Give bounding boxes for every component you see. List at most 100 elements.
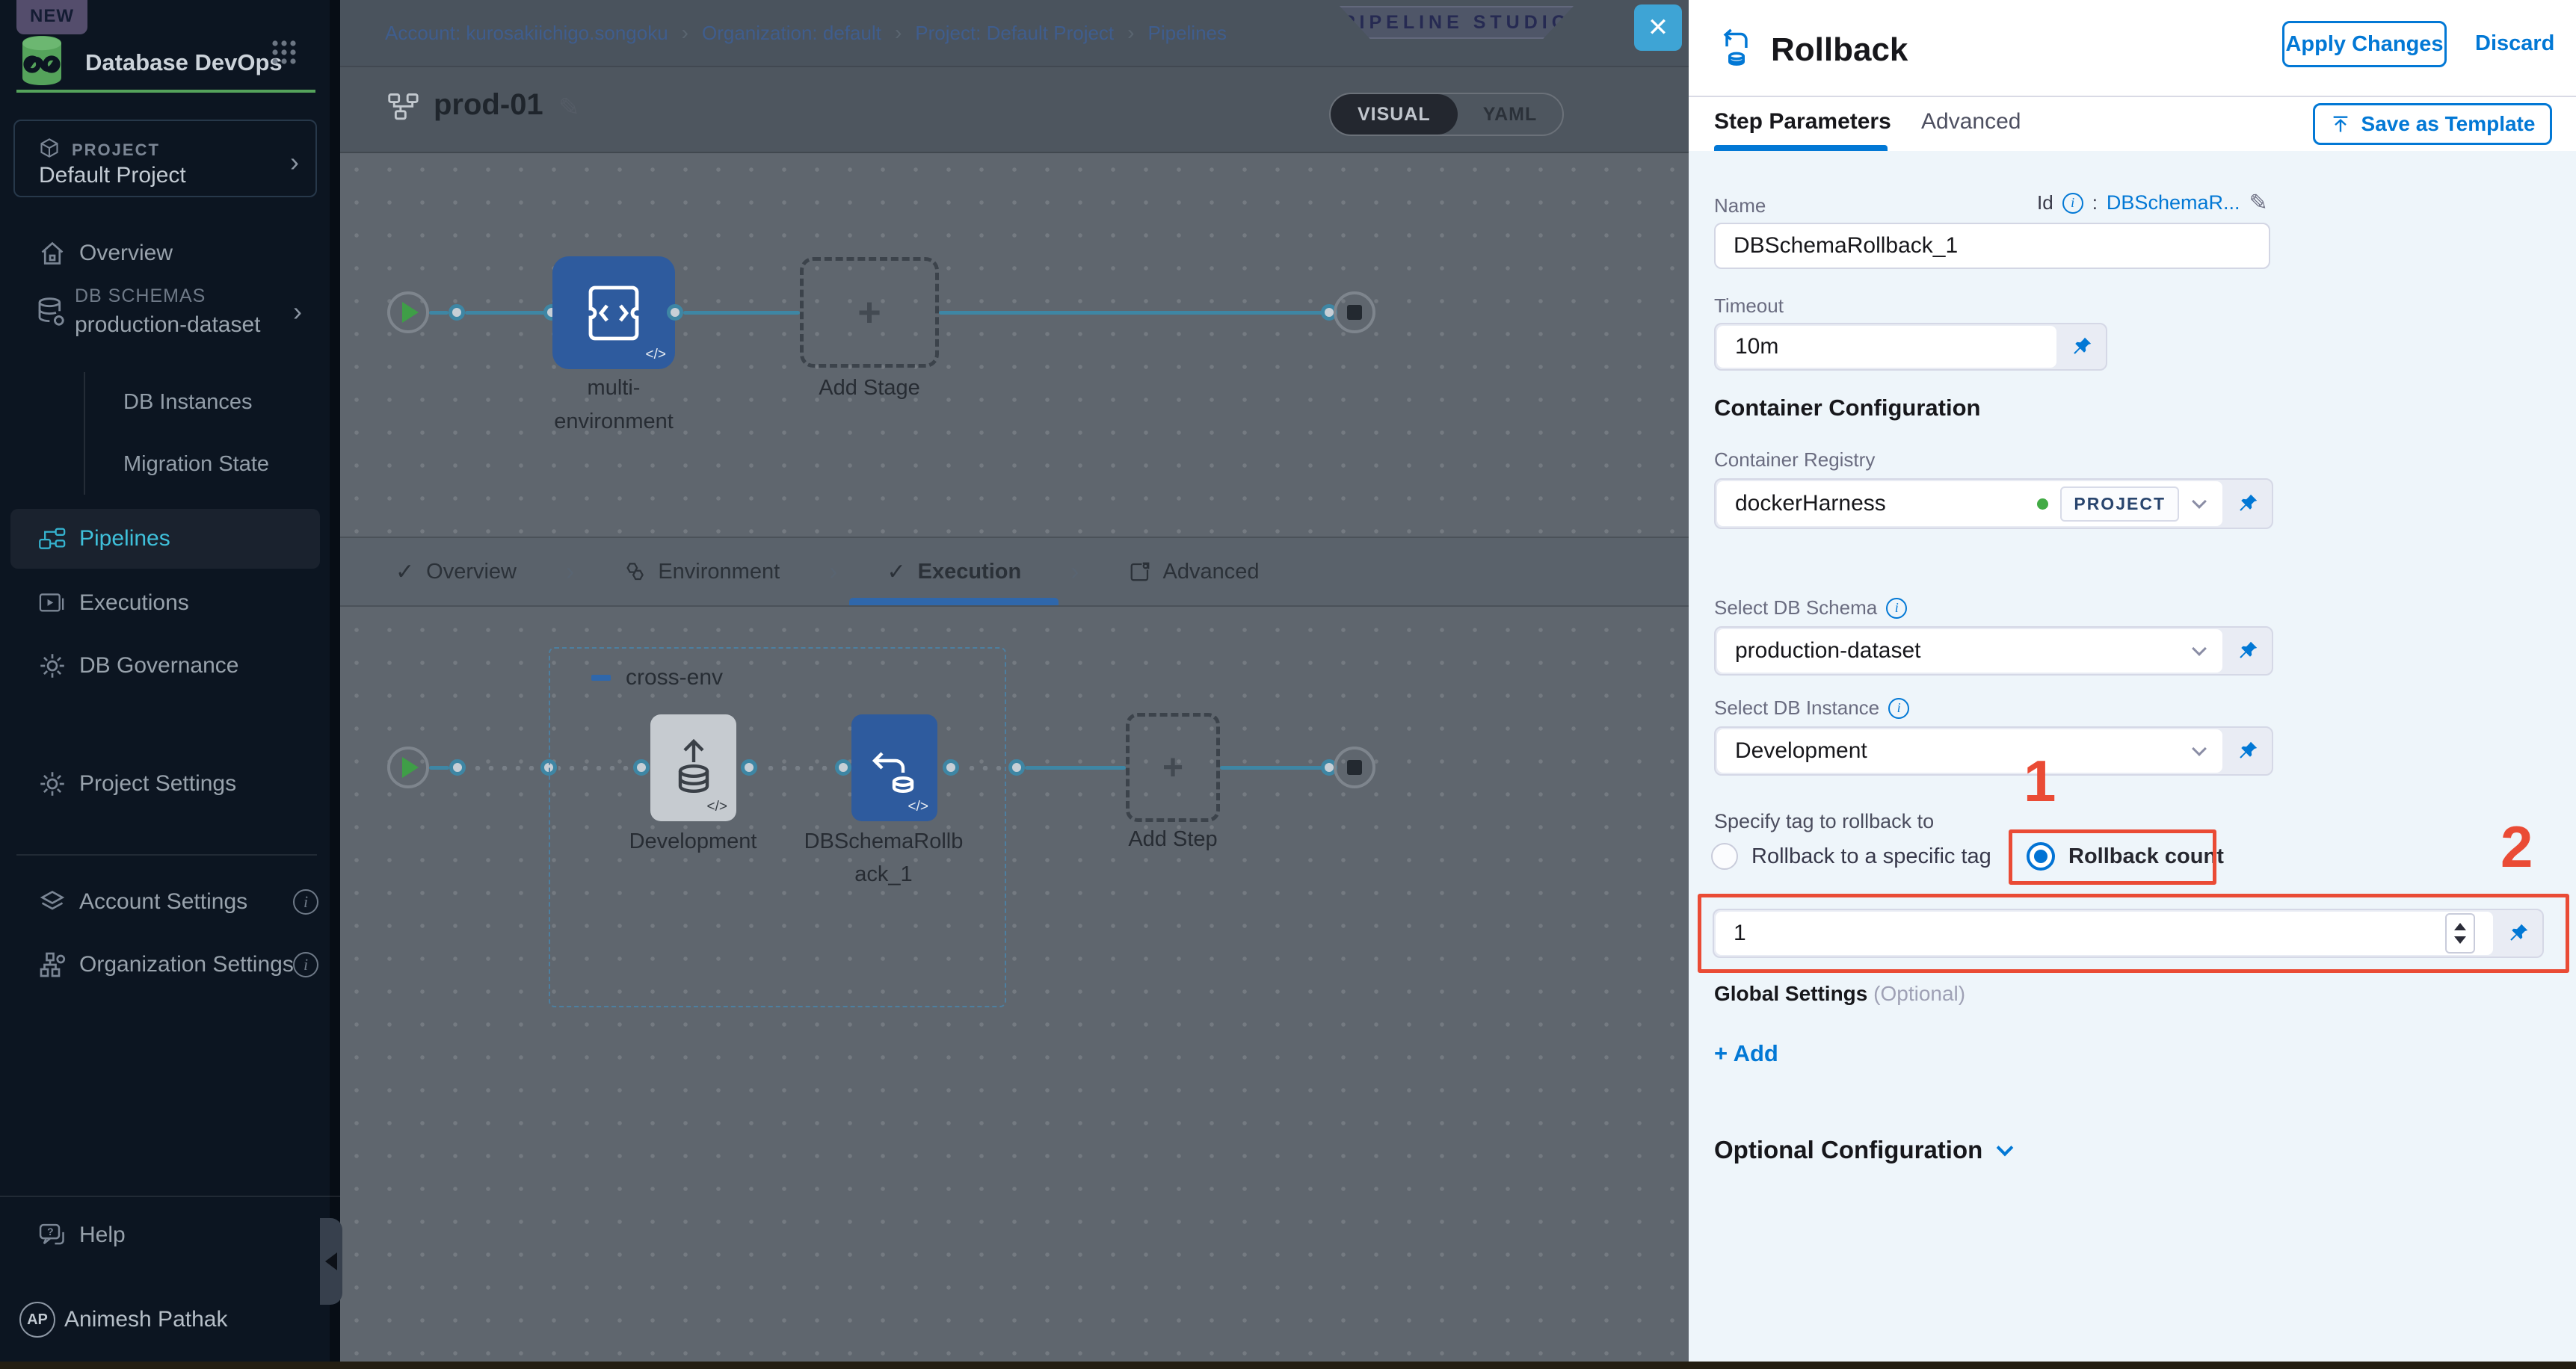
annotation-box-2 bbox=[1698, 894, 2569, 973]
sidebar-item-label: Overview bbox=[79, 241, 173, 266]
sidebar-user[interactable]: AP Animesh Pathak bbox=[0, 1293, 340, 1347]
connector-point bbox=[633, 759, 650, 776]
new-badge: NEW bbox=[16, 0, 87, 34]
apply-changes-button[interactable]: Apply Changes bbox=[2282, 21, 2447, 67]
step-node-development[interactable]: </> bbox=[650, 714, 736, 821]
sidebar-item-account-settings[interactable]: Account Settings i bbox=[0, 875, 340, 929]
pipeline-studio-label: PIPELINE STUDIO bbox=[1343, 12, 1571, 34]
chevron-separator: › bbox=[536, 557, 604, 587]
add-stage-button[interactable]: + bbox=[800, 257, 939, 368]
save-as-template-button[interactable]: Save as Template bbox=[2313, 103, 2552, 145]
timeout-pin[interactable] bbox=[2058, 324, 2106, 369]
optional-configuration-row[interactable]: Optional Configuration bbox=[1714, 1136, 2011, 1164]
db-instance-select[interactable]: Development bbox=[1717, 729, 2222, 773]
sidebar-collapse-handle[interactable] bbox=[320, 1218, 342, 1305]
tab-environment[interactable]: Environment bbox=[604, 538, 799, 605]
chevron-separator: › bbox=[1127, 21, 1134, 45]
container-registry-value: dockerHarness bbox=[1735, 491, 1886, 516]
step-group-header[interactable]: cross-env bbox=[591, 665, 723, 690]
org-tree-icon bbox=[36, 951, 69, 978]
visual-yaml-toggle[interactable]: VISUAL YAML bbox=[1329, 93, 1564, 136]
sidebar-item-db-instances[interactable]: DB Instances bbox=[123, 390, 252, 415]
global-settings-label: Global Settings bbox=[1714, 982, 1867, 1005]
tab-overview[interactable]: ✓ Overview bbox=[376, 538, 536, 605]
step-group-cross-env[interactable] bbox=[549, 647, 1006, 1007]
module-grid-icon[interactable] bbox=[271, 39, 298, 69]
add-step-button[interactable]: + bbox=[1126, 713, 1220, 822]
chevron-right-icon: › bbox=[293, 296, 302, 327]
name-input[interactable]: DBSchemaRollback_1 bbox=[1714, 223, 2270, 269]
tab-advanced[interactable]: Advanced bbox=[1109, 538, 1279, 605]
pipeline-title-bar: prod-01 ✎ VISUAL YAML bbox=[340, 67, 1689, 153]
tab-step-parameters[interactable]: Step Parameters bbox=[1714, 109, 1891, 135]
step-label: ack_1 bbox=[854, 862, 912, 887]
pin-icon bbox=[2237, 492, 2259, 515]
timeout-input[interactable]: 10m bbox=[1717, 326, 2056, 368]
dotted-connector bbox=[469, 766, 540, 770]
chevron-down-icon[interactable] bbox=[2192, 494, 2207, 509]
rollback-icon bbox=[1719, 28, 1754, 71]
stage-node-multi-environment[interactable]: </> bbox=[552, 256, 675, 369]
gear-icon bbox=[36, 652, 69, 679]
edit-id-icon[interactable]: ✎ bbox=[2249, 190, 2267, 216]
container-registry-group: dockerHarness PROJECT bbox=[1714, 478, 2273, 529]
pipeline-studio-badge: PIPELINE STUDIO bbox=[1340, 6, 1574, 39]
discard-button[interactable]: Discard bbox=[2475, 31, 2554, 56]
pipeline-end-node bbox=[1334, 291, 1375, 333]
tab-label: Environment bbox=[658, 560, 780, 584]
chevron-down-icon bbox=[1997, 1140, 2014, 1157]
collapse-group-icon[interactable] bbox=[591, 675, 611, 681]
radio-rollback-tag[interactable]: Rollback to a specific tag bbox=[1711, 843, 1991, 870]
tab-advanced[interactable]: Advanced bbox=[1921, 109, 2021, 135]
id-value: DBSchemaR... bbox=[2107, 191, 2240, 214]
step-node-dbschemarollback[interactable]: </> bbox=[851, 714, 937, 821]
sidebar-item-project-settings[interactable]: Project Settings bbox=[0, 757, 340, 811]
edit-pipeline-name-icon[interactable]: ✎ bbox=[558, 93, 580, 123]
timeout-value: 10m bbox=[1735, 334, 1778, 359]
container-registry-input[interactable]: dockerHarness PROJECT bbox=[1717, 481, 2222, 526]
tab-execution[interactable]: ✓ Execution bbox=[867, 538, 1041, 605]
db-schema-pin[interactable] bbox=[2224, 628, 2272, 674]
breadcrumb-page[interactable]: Pipelines bbox=[1147, 22, 1227, 45]
save-as-template-label: Save as Template bbox=[2361, 112, 2536, 136]
stage-label: environment bbox=[554, 410, 674, 434]
sidebar-item-migration-state[interactable]: Migration State bbox=[123, 452, 269, 477]
chevron-down-icon[interactable] bbox=[2192, 641, 2207, 656]
toggle-yaml[interactable]: YAML bbox=[1458, 94, 1563, 135]
sidebar-item-organization-settings[interactable]: Organization Settings i bbox=[0, 938, 340, 992]
container-configuration-header: Container Configuration bbox=[1714, 395, 1980, 421]
radio-off-icon[interactable] bbox=[1711, 843, 1738, 870]
check-icon: ✓ bbox=[395, 559, 414, 585]
db-upload-icon bbox=[670, 738, 718, 798]
avatar: AP bbox=[21, 1302, 54, 1338]
timeout-input-group: 10m bbox=[1714, 323, 2107, 371]
sidebar-item-label: Organization Settings bbox=[79, 952, 294, 977]
upload-icon bbox=[2330, 114, 2351, 135]
add-global-setting-button[interactable]: + Add bbox=[1714, 1040, 1778, 1067]
project-selector[interactable]: PROJECT Default Project › bbox=[13, 120, 317, 197]
colon: : bbox=[2092, 191, 2098, 214]
sidebar-item-executions[interactable]: Executions bbox=[0, 576, 340, 630]
home-icon bbox=[36, 240, 69, 267]
dotted-connector bbox=[558, 766, 639, 770]
active-tab-underline bbox=[1714, 145, 1888, 151]
db-schema-select[interactable]: production-dataset bbox=[1717, 629, 2222, 673]
breadcrumb-project[interactable]: Project: Default Project bbox=[915, 22, 1114, 45]
sidebar-item-pipelines[interactable]: Pipelines bbox=[0, 512, 340, 566]
sidebar-item-help[interactable]: ? Help bbox=[0, 1208, 340, 1262]
add-stage-label: Add Stage bbox=[819, 376, 919, 401]
close-panel-button[interactable]: ✕ bbox=[1634, 4, 1682, 51]
breadcrumb-account[interactable]: Account: kurosakiichigo.songoku bbox=[385, 22, 668, 45]
sidebar-item-db-governance[interactable]: DB Governance bbox=[0, 639, 340, 693]
chevron-separator: › bbox=[1041, 557, 1109, 587]
breadcrumb-organization[interactable]: Organization: default bbox=[702, 22, 881, 45]
chevron-down-icon[interactable] bbox=[2192, 741, 2207, 756]
db-instance-pin[interactable] bbox=[2224, 728, 2272, 774]
sidebar-item-overview[interactable]: Overview bbox=[0, 226, 340, 280]
container-registry-pin[interactable] bbox=[2224, 480, 2272, 528]
rollback-step-icon bbox=[870, 738, 919, 798]
db-schema-group: production-dataset bbox=[1714, 626, 2273, 676]
toggle-visual[interactable]: VISUAL bbox=[1331, 94, 1458, 135]
play-icon bbox=[402, 302, 419, 323]
tab-label: Execution bbox=[918, 560, 1022, 584]
